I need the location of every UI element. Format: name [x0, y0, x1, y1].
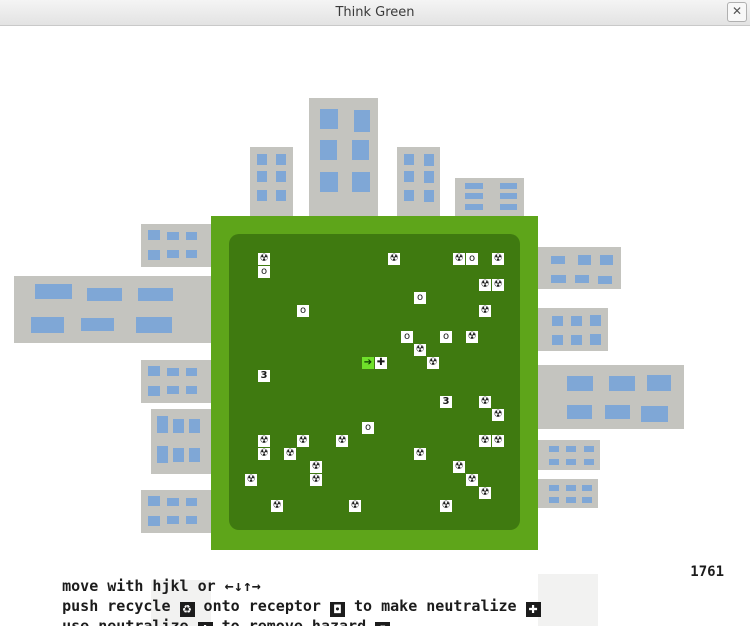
help-use-text: use neutralize	[62, 617, 198, 626]
hazard-tile: ☢	[453, 253, 465, 265]
hazard-tile: ☢	[492, 409, 504, 421]
building	[538, 247, 621, 289]
hazard-tile: ☢	[427, 357, 439, 369]
building	[141, 490, 211, 533]
hazard-tile: ☢	[414, 448, 426, 460]
player-tile: ➔	[362, 357, 374, 369]
help-line-3: use neutralize ✚ to remove hazard ☢	[26, 599, 391, 626]
hazard-tile: ☢	[310, 474, 322, 486]
hazard-tile: ☢	[414, 344, 426, 356]
hazard-tile: ☢	[466, 474, 478, 486]
title-bar: Think Green ✕	[0, 0, 750, 26]
building	[250, 147, 293, 217]
building	[141, 224, 211, 267]
window-title: Think Green	[335, 5, 415, 20]
close-button[interactable]: ✕	[727, 2, 747, 22]
hazard-tile: ☢	[245, 474, 257, 486]
hazard-tile: ☢	[492, 279, 504, 291]
building	[151, 409, 211, 474]
hazard-tile: ☢	[479, 396, 491, 408]
hazard-tile: ☢	[479, 487, 491, 499]
hazard-tile: ☢	[349, 500, 361, 512]
building	[309, 98, 378, 217]
building	[141, 360, 211, 403]
hazard-tile: ☢	[258, 253, 270, 265]
hazard-tile: ☢	[492, 435, 504, 447]
building	[397, 147, 440, 217]
hazard-tile: ☢	[310, 461, 322, 473]
receptor-tile: o	[258, 266, 270, 278]
building	[455, 178, 524, 217]
hazard-tile: ☢	[479, 435, 491, 447]
building	[538, 479, 598, 508]
hazard-tile: ☢	[258, 448, 270, 460]
hazard-tile: ☢	[336, 435, 348, 447]
receptor-tile: o	[401, 331, 413, 343]
receptor-tile: o	[362, 422, 374, 434]
building	[538, 308, 608, 351]
building	[14, 276, 211, 343]
score-display: 1761	[690, 564, 724, 580]
hazard-tile: ☢	[479, 279, 491, 291]
hazard-tile: ☢	[453, 461, 465, 473]
hazard-tile: ☢	[388, 253, 400, 265]
receptor-tile: o	[440, 331, 452, 343]
counter-tile: 3	[440, 396, 452, 408]
receptor-tile: o	[297, 305, 309, 317]
hazard-tile: ☢	[297, 435, 309, 447]
receptor-tile: o	[414, 292, 426, 304]
receptor-tile: o	[466, 253, 478, 265]
neutralize-icon: ✚	[525, 602, 541, 617]
game-window: Think Green ✕ ☢ o ☢ ☢ o ☢ ☢ ☢ o o ☢ o o …	[0, 0, 750, 626]
hazard-tile: ☢	[479, 305, 491, 317]
neutralize-icon: ✚	[197, 622, 213, 626]
hazard-icon: ☢	[375, 622, 391, 626]
hazard-tile: ☢	[440, 500, 452, 512]
hazard-tile: ☢	[466, 331, 478, 343]
building	[538, 365, 684, 429]
hazard-tile: ☢	[258, 435, 270, 447]
help-remove-text: to remove hazard	[212, 617, 376, 626]
hazard-tile: ☢	[271, 500, 283, 512]
building	[538, 440, 600, 470]
counter-tile: 3	[258, 370, 270, 382]
hazard-tile: ☢	[284, 448, 296, 460]
hazard-tile: ☢	[492, 253, 504, 265]
neutralize-tile: ✚	[375, 357, 387, 369]
